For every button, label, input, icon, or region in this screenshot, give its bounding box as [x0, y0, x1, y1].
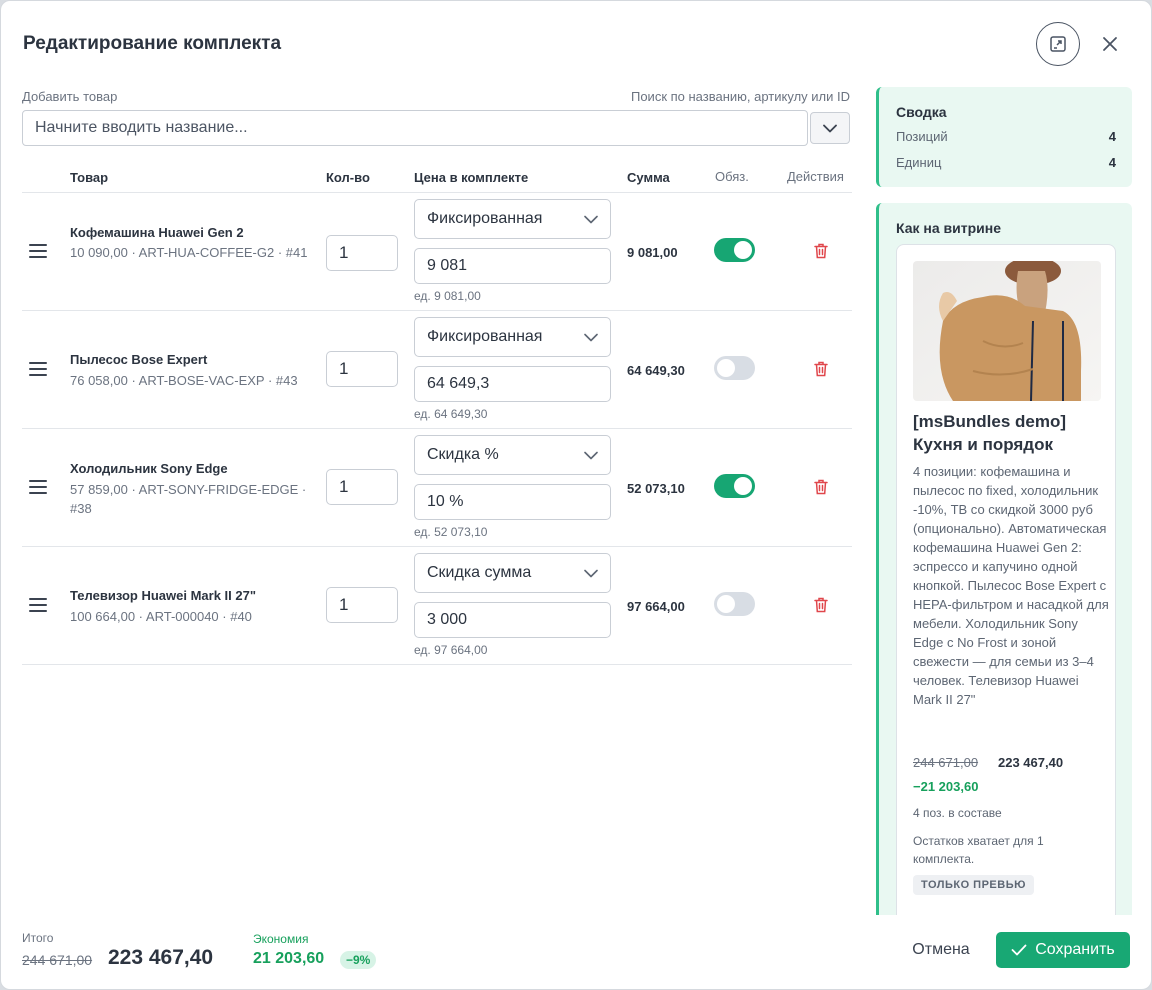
chevron-down-icon: [584, 215, 598, 223]
col-sum: Сумма: [627, 170, 670, 185]
table-row: Холодильник Sony Edge 57 859,00 · ART-SO…: [22, 429, 852, 547]
trash-icon[interactable]: [812, 242, 830, 260]
drag-handle-icon[interactable]: [29, 598, 47, 612]
product-name: Телевизор Huawei Mark II 27": [70, 588, 256, 603]
add-product-label: Добавить товар: [22, 89, 118, 104]
new-total: 223 467,40: [108, 946, 214, 969]
row-sum: 9 081,00: [627, 245, 678, 260]
economy-value: 21 203,60: [253, 950, 325, 967]
preview-badge: ТОЛЬКО ПРЕВЬЮ: [913, 875, 1034, 895]
product-meta: 100 664,00 · ART-000040 · #40: [70, 609, 252, 624]
price-type-value: Фиксированная: [427, 328, 543, 345]
economy-percent-badge: −9%: [340, 951, 377, 969]
row-sum: 52 073,10: [627, 481, 685, 496]
price-type-value: Фиксированная: [427, 210, 543, 227]
quantity-input[interactable]: [326, 587, 398, 623]
showcase-stock: Остатков хватает для 1 комплекта.: [913, 834, 1044, 866]
product-name: Холодильник Sony Edge: [70, 461, 228, 476]
old-total: 244 671,00: [22, 952, 93, 968]
trash-icon[interactable]: [812, 596, 830, 614]
required-toggle[interactable]: [714, 356, 755, 380]
cancel-button[interactable]: Отмена: [899, 933, 983, 967]
expand-icon: [1050, 36, 1066, 52]
product-name: Пылесос Bose Expert: [70, 352, 208, 367]
showcase-positions: 4 поз. в составе: [913, 806, 1002, 820]
summary-title: Сводка: [896, 104, 947, 120]
showcase-new-price: 223 467,40: [998, 755, 1064, 770]
units-value: 4: [1108, 155, 1116, 170]
price-type-value: Скидка %: [427, 446, 499, 463]
col-price: Цена в комплекте: [414, 170, 529, 185]
positions-value: 4: [1108, 129, 1116, 144]
showcase-title: Как на витрине: [896, 220, 1001, 236]
chevron-down-icon: [584, 451, 598, 459]
price-type-select[interactable]: Скидка %: [414, 435, 611, 475]
chevron-down-icon: [823, 124, 837, 132]
quantity-input[interactable]: [326, 235, 398, 271]
showcase-saving: −21 203,60: [913, 779, 979, 794]
table-header: Товар Кол-во Цена в комплекте Сумма Обяз…: [22, 161, 852, 193]
required-toggle[interactable]: [714, 592, 755, 616]
product-image: [913, 261, 1101, 401]
chevron-down-icon: [584, 333, 598, 341]
chevron-down-icon: [584, 569, 598, 577]
quantity-input[interactable]: [326, 351, 398, 387]
quantity-input[interactable]: [326, 469, 398, 505]
dialog-title: Редактирование комплекта: [23, 33, 282, 54]
search-hint: Поиск по названию, артикулу или ID: [630, 89, 850, 104]
col-required: Обяз.: [715, 169, 749, 184]
unit-price: ед. 97 664,00: [414, 643, 488, 657]
required-toggle[interactable]: [714, 474, 755, 498]
summary-panel: Сводка Позиций 4 Единиц 4: [876, 87, 1132, 187]
table-row: Телевизор Huawei Mark II 27" 100 664,00 …: [22, 547, 852, 665]
edit-bundle-dialog: Редактирование комплекта Добавить товар …: [0, 0, 1152, 990]
col-product: Товар: [70, 170, 109, 185]
price-type-select[interactable]: Фиксированная: [414, 317, 611, 357]
price-value-input[interactable]: [414, 484, 611, 520]
row-sum: 64 649,30: [627, 363, 685, 378]
trash-icon[interactable]: [812, 478, 830, 496]
table-row: Кофемашина Huawei Gen 2 10 090,00 · ART-…: [22, 193, 852, 311]
drag-handle-icon[interactable]: [29, 244, 47, 258]
table-row: Пылесос Bose Expert 76 058,00 · ART-BOSE…: [22, 311, 852, 429]
price-value-input[interactable]: [414, 602, 611, 638]
price-type-select[interactable]: Фиксированная: [414, 199, 611, 239]
trash-icon[interactable]: [812, 360, 830, 378]
required-toggle[interactable]: [714, 238, 755, 262]
close-button[interactable]: [1097, 31, 1123, 57]
drag-handle-icon[interactable]: [29, 480, 47, 494]
price-type-value: Скидка сумма: [427, 564, 532, 581]
close-icon: [1103, 37, 1117, 51]
showcase-description: 4 позиции: кофемашина и пылесос по fixed…: [913, 464, 1109, 707]
col-actions: Действия: [787, 169, 844, 184]
economy-label: Экономия: [253, 932, 309, 946]
total-label: Итого: [22, 931, 54, 945]
price-value-input[interactable]: [414, 248, 611, 284]
units-label: Единиц: [896, 155, 942, 170]
search-dropdown-button[interactable]: [810, 112, 850, 144]
product-meta: 76 058,00 · ART-BOSE-VAC-EXP · #43: [70, 373, 298, 388]
unit-price: ед. 52 073,10: [414, 525, 488, 539]
price-type-select[interactable]: Скидка сумма: [414, 553, 611, 593]
showcase-panel: Как на витрине [msBundles demo] Кухня и …: [876, 203, 1132, 915]
product-meta: 57 859,00 · ART-SONY-FRIDGE-EDGE · #38: [70, 482, 307, 516]
positions-label: Позиций: [896, 129, 948, 144]
unit-price: ед. 64 649,30: [414, 407, 488, 421]
col-qty: Кол-во: [326, 170, 370, 185]
product-meta: 10 090,00 · ART-HUA-COFFEE-G2 · #41: [70, 245, 308, 260]
product-card: [msBundles demo] Кухня и порядок 4 позиц…: [896, 244, 1116, 915]
price-value-input[interactable]: [414, 366, 611, 402]
showcase-old-price: 244 671,00: [913, 755, 979, 770]
product-search-input[interactable]: [22, 110, 808, 146]
save-button[interactable]: Сохранить: [996, 932, 1130, 968]
row-sum: 97 664,00: [627, 599, 685, 614]
unit-price: ед. 9 081,00: [414, 289, 481, 303]
drag-handle-icon[interactable]: [29, 362, 47, 376]
save-label: Сохранить: [1035, 941, 1115, 958]
showcase-product-title: [msBundles demo] Кухня и порядок: [913, 412, 1067, 454]
check-icon: [1011, 944, 1027, 956]
product-name: Кофемашина Huawei Gen 2: [70, 225, 244, 240]
expand-button[interactable]: [1036, 22, 1080, 66]
